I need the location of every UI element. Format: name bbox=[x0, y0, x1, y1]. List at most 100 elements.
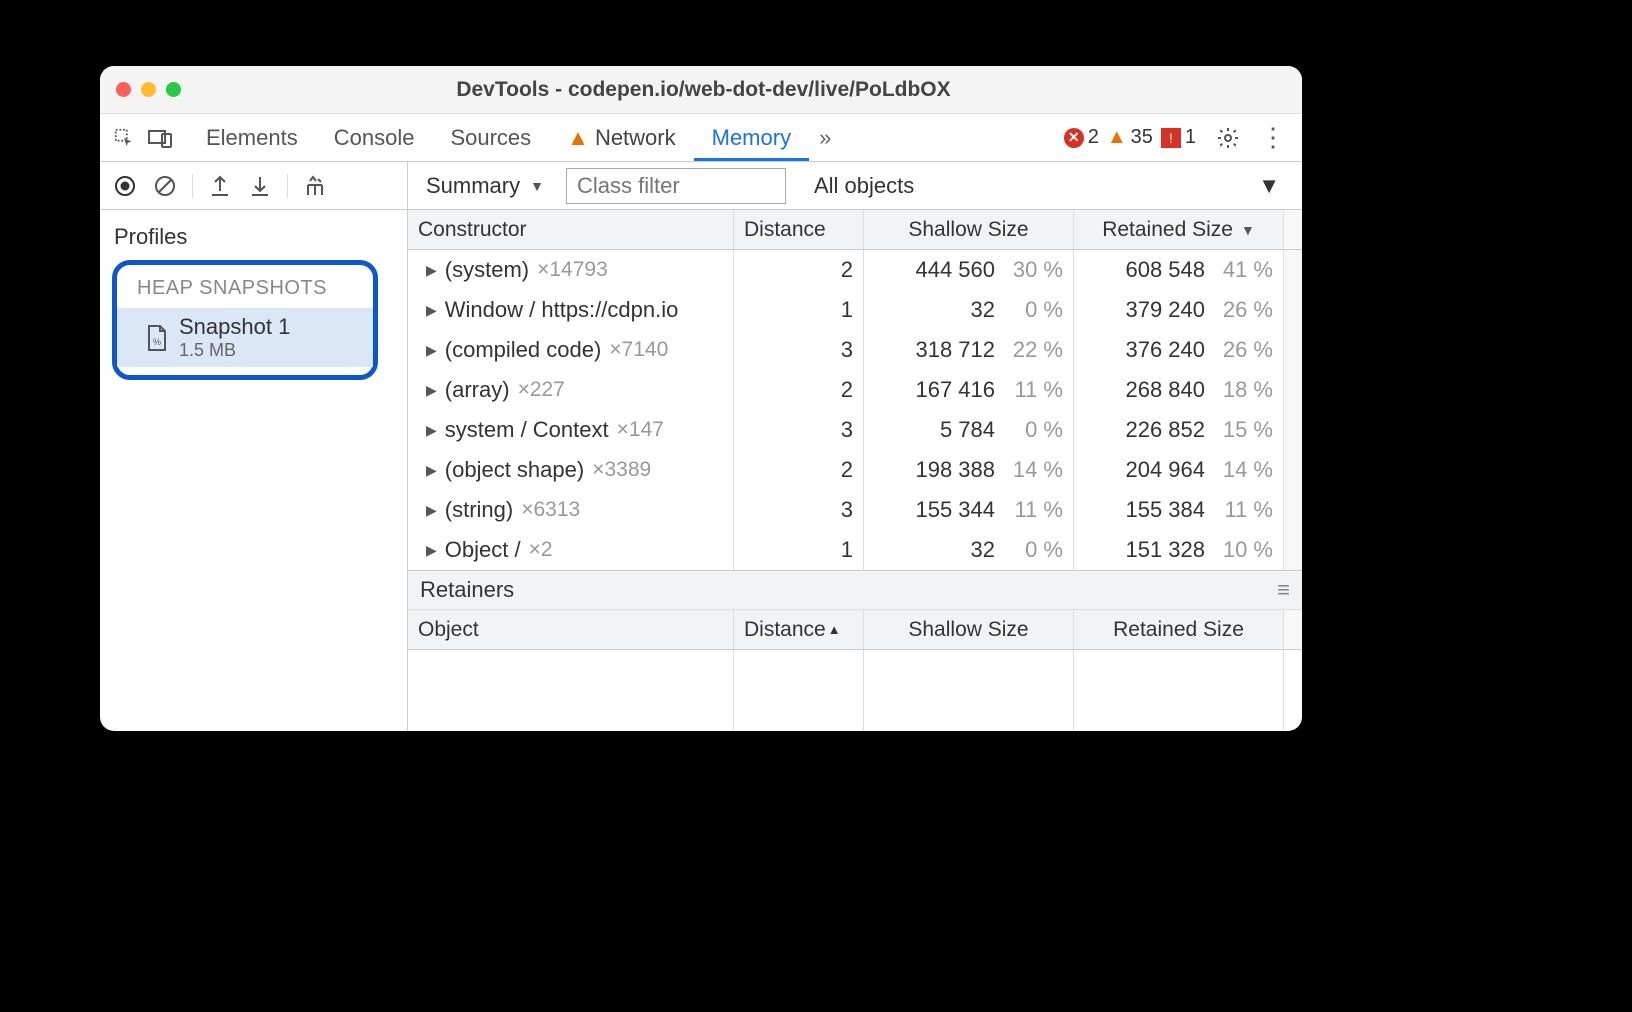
svg-text:%: % bbox=[153, 337, 161, 347]
scrollbar-gutter bbox=[1284, 450, 1302, 490]
main-panel: Summary ▼ All objects ▼ Constructor Dist… bbox=[408, 162, 1302, 731]
constructor-name: (object shape) bbox=[445, 457, 584, 483]
shallow-size-cell: 198 38814 % bbox=[864, 450, 1074, 490]
snapshot-file-icon: % bbox=[145, 324, 169, 352]
table-row[interactable]: ▶(object shape) ×33892198 38814 %204 964… bbox=[408, 450, 1302, 490]
shallow-size-cell: 320 % bbox=[864, 530, 1074, 570]
warnings-count: 35 bbox=[1131, 126, 1153, 149]
disclosure-triangle-icon[interactable]: ▶ bbox=[426, 382, 437, 399]
warnings-badge[interactable]: ▲ 35 bbox=[1107, 126, 1153, 149]
table-row[interactable]: ▶(system) ×147932444 56030 %608 54841 % bbox=[408, 250, 1302, 290]
constructor-count: ×7140 bbox=[609, 338, 668, 362]
shallow-size-cell: 167 41611 % bbox=[864, 370, 1074, 410]
issues-badge[interactable]: ! 1 bbox=[1161, 126, 1196, 149]
distance-cell: 1 bbox=[734, 530, 864, 570]
view-dropdown[interactable]: Summary ▼ bbox=[420, 169, 550, 203]
retainers-header: Retainers ≡ bbox=[408, 570, 1302, 610]
inspect-element-icon[interactable] bbox=[106, 120, 142, 156]
rt-col-distance[interactable]: Distance ▲ bbox=[734, 610, 864, 649]
device-toolbar-icon[interactable] bbox=[142, 120, 178, 156]
errors-badge[interactable]: ✕ 2 bbox=[1064, 126, 1099, 149]
table-row[interactable]: ▶ (compiled code) ×7140 3318 71222 %376 24… bbox=[408, 330, 1302, 370]
disclosure-triangle-icon[interactable]: ▶ bbox=[426, 342, 437, 359]
scrollbar-gutter bbox=[1284, 370, 1302, 410]
retainers-body bbox=[408, 650, 1302, 731]
shallow-size-cell: 318 71222 % bbox=[864, 330, 1074, 370]
sort-desc-icon: ▼ bbox=[1241, 222, 1255, 238]
warning-icon: ▲ bbox=[1107, 126, 1127, 149]
rt-col-shallow[interactable]: Shallow Size bbox=[864, 610, 1074, 649]
distance-cell: 3 bbox=[734, 330, 864, 370]
retainers-menu-icon[interactable]: ≡ bbox=[1277, 577, 1290, 603]
scrollbar-gutter bbox=[1284, 250, 1302, 290]
tab-network[interactable]: ▲ Network bbox=[549, 115, 693, 161]
disclosure-triangle-icon[interactable]: ▶ bbox=[426, 542, 437, 559]
tab-memory[interactable]: Memory bbox=[694, 115, 809, 161]
save-profile-icon[interactable] bbox=[247, 173, 273, 199]
scrollbar-gutter bbox=[1284, 410, 1302, 450]
constructor-count: ×14793 bbox=[537, 258, 608, 282]
class-filter-input[interactable] bbox=[566, 168, 786, 204]
table-row[interactable]: ▶(array) ×2272167 41611 %268 84018 % bbox=[408, 370, 1302, 410]
tab-elements[interactable]: Elements bbox=[188, 115, 316, 161]
warning-triangle-icon: ▲ bbox=[567, 125, 589, 151]
settings-gear-icon[interactable] bbox=[1206, 126, 1250, 150]
constructor-name: (compiled code) bbox=[445, 337, 602, 363]
panel-tabs: Elements Console Sources ▲ Network Memor… bbox=[188, 115, 809, 161]
view-dropdown-label: Summary bbox=[426, 173, 520, 199]
snapshot-item[interactable]: % Snapshot 1 1.5 MB bbox=[117, 308, 373, 367]
tab-console[interactable]: Console bbox=[316, 115, 433, 161]
kebab-menu-icon[interactable]: ⋮ bbox=[1250, 122, 1296, 153]
error-icon: ✕ bbox=[1064, 128, 1084, 148]
clear-icon[interactable] bbox=[152, 173, 178, 199]
disclosure-triangle-icon[interactable]: ▶ bbox=[426, 422, 437, 439]
issues-count: 1 bbox=[1185, 126, 1196, 149]
col-retained-size[interactable]: Retained Size ▼ bbox=[1074, 210, 1284, 249]
issues-icon: ! bbox=[1161, 128, 1181, 148]
table-header: Constructor Distance Shallow Size Retain… bbox=[408, 210, 1302, 250]
rt-col-retained[interactable]: Retained Size bbox=[1074, 610, 1284, 649]
retained-size-cell: 379 24026 % bbox=[1074, 290, 1284, 330]
constructor-name: (array) bbox=[445, 377, 510, 403]
retained-size-cell: 376 24026 % bbox=[1074, 330, 1284, 370]
overflow-tabs-button[interactable]: » bbox=[809, 125, 841, 151]
col-shallow-size[interactable]: Shallow Size bbox=[864, 210, 1074, 249]
constructor-count: ×227 bbox=[518, 378, 565, 402]
garbage-collect-icon[interactable] bbox=[302, 173, 328, 199]
distance-cell: 2 bbox=[734, 450, 864, 490]
record-icon[interactable] bbox=[112, 173, 138, 199]
scope-dropdown[interactable]: All objects bbox=[808, 169, 920, 203]
col-distance[interactable]: Distance bbox=[734, 210, 864, 249]
table-row[interactable]: ▶(string) ×63133155 34411 %155 38411 % bbox=[408, 490, 1302, 530]
scrollbar-gutter bbox=[1284, 610, 1302, 649]
distance-cell: 2 bbox=[734, 250, 864, 290]
table-row[interactable]: ▶system / Context ×14735 7840 %226 85215… bbox=[408, 410, 1302, 450]
load-profile-icon[interactable] bbox=[207, 173, 233, 199]
scope-chevron-down-icon[interactable]: ▼ bbox=[1258, 173, 1280, 199]
disclosure-triangle-icon[interactable]: ▶ bbox=[426, 262, 437, 279]
status-badges: ✕ 2 ▲ 35 ! 1 bbox=[1064, 126, 1196, 149]
distance-cell: 2 bbox=[734, 370, 864, 410]
constructor-name: Window / https://cdpn.io bbox=[445, 297, 679, 323]
shallow-size-cell: 320 % bbox=[864, 290, 1074, 330]
shallow-size-cell: 155 34411 % bbox=[864, 490, 1074, 530]
table-row[interactable]: ▶Window / https://cdpn.io1320 %379 24026… bbox=[408, 290, 1302, 330]
col-constructor[interactable]: Constructor bbox=[408, 210, 734, 249]
retained-size-cell: 155 38411 % bbox=[1074, 490, 1284, 530]
snapshot-text: Snapshot 1 1.5 MB bbox=[179, 314, 290, 361]
retainers-title: Retainers bbox=[420, 577, 514, 603]
disclosure-triangle-icon[interactable]: ▶ bbox=[426, 462, 437, 479]
rt-col-object[interactable]: Object bbox=[408, 610, 734, 649]
filter-bar: Summary ▼ All objects ▼ bbox=[408, 162, 1302, 210]
disclosure-triangle-icon[interactable]: ▶ bbox=[426, 502, 437, 519]
shallow-size-cell: 444 56030 % bbox=[864, 250, 1074, 290]
title-bar: DevTools - codepen.io/web-dot-dev/live/P… bbox=[100, 66, 1302, 114]
tab-sources[interactable]: Sources bbox=[432, 115, 549, 161]
disclosure-triangle-icon[interactable]: ▶ bbox=[426, 302, 437, 319]
snapshot-size: 1.5 MB bbox=[179, 340, 290, 361]
retained-size-cell: 151 32810 % bbox=[1074, 530, 1284, 570]
scrollbar-gutter bbox=[1284, 330, 1302, 370]
retained-size-cell: 608 54841 % bbox=[1074, 250, 1284, 290]
table-row[interactable]: ▶Object / ×21320 %151 32810 % bbox=[408, 530, 1302, 570]
col-retained-label: Retained Size bbox=[1102, 218, 1233, 242]
